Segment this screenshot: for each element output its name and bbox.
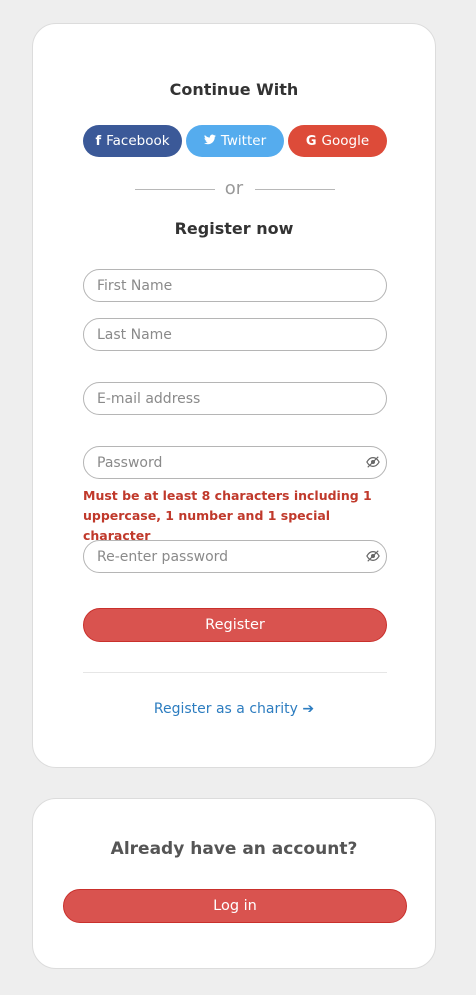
already-account-heading: Already have an account? (110, 839, 358, 859)
divider-right (255, 189, 335, 190)
login-card: Already have an account? Log in (32, 798, 436, 969)
google-button[interactable]: G Google (288, 125, 387, 157)
email-field (83, 382, 387, 415)
continue-with-heading: Continue With (169, 80, 299, 99)
register-now-heading: Register now (174, 219, 294, 238)
last-name-field (83, 318, 387, 351)
arrow-right-icon: ➔ (302, 701, 315, 717)
reenter-password-input[interactable] (84, 541, 386, 572)
first-name-field (83, 269, 387, 302)
facebook-button[interactable]: f Facebook (83, 125, 182, 157)
twitter-button[interactable]: Twitter (186, 125, 284, 157)
divider (83, 672, 387, 673)
twitter-icon (203, 134, 216, 149)
login-button[interactable]: Log in (63, 889, 407, 923)
password-error-message: Must be at least 8 characters including … (83, 488, 372, 543)
eye-slash-icon[interactable] (366, 455, 380, 469)
password-input[interactable] (84, 447, 386, 478)
twitter-label: Twitter (220, 133, 267, 149)
or-separator: or (224, 178, 244, 199)
facebook-label: Facebook (106, 133, 170, 149)
google-label: Google (321, 133, 370, 149)
reenter-password-field (83, 540, 387, 573)
register-charity-label: Register as a charity (153, 701, 298, 717)
last-name-input[interactable] (84, 319, 386, 350)
eye-slash-icon[interactable] (366, 549, 380, 563)
first-name-input[interactable] (84, 270, 386, 301)
facebook-icon: f (95, 133, 102, 149)
register-charity-link[interactable]: Register as a charity ➔ (33, 701, 435, 717)
register-button[interactable]: Register (83, 608, 387, 642)
password-field (83, 446, 387, 479)
email-input[interactable] (84, 383, 386, 414)
register-card: Continue With f Facebook Twitter G Googl… (32, 23, 436, 768)
google-icon: G (305, 133, 317, 149)
